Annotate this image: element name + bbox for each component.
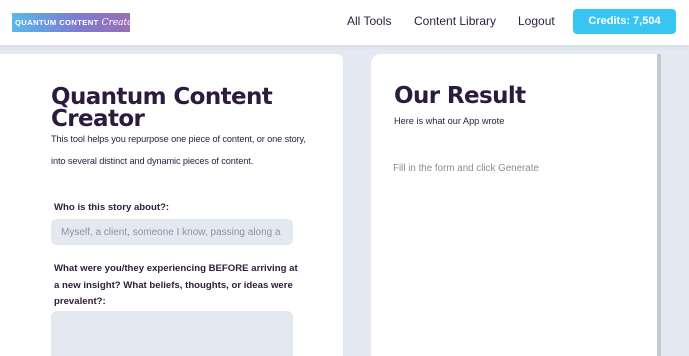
tool-description: This tool helps you repurpose one piece … xyxy=(51,134,306,166)
story-subject-input[interactable] xyxy=(51,219,293,245)
before-insight-textarea[interactable] xyxy=(51,311,293,356)
nav-all-tools-link[interactable]: All Tools xyxy=(347,14,391,28)
result-subtitle: Here is what our App wrote xyxy=(394,116,505,126)
top-nav-bar: QUANTUM CONTENT Creator All Tools Conten… xyxy=(0,0,689,45)
brand-logo[interactable]: QUANTUM CONTENT Creator xyxy=(12,13,130,32)
logo-script: Creator xyxy=(101,17,130,28)
credits-button[interactable]: Credits: 7,504 xyxy=(573,9,676,34)
logo-wordmark: QUANTUM CONTENT xyxy=(15,18,99,27)
nav-content-library-link[interactable]: Content Library xyxy=(414,14,496,28)
result-title: Our Result xyxy=(394,83,526,109)
nav-logout-link[interactable]: Logout xyxy=(518,14,555,28)
page-title: Quantum Content Creator xyxy=(51,84,273,132)
story-subject-label: Who is this story about?: xyxy=(54,202,170,213)
before-insight-label: What were you/they experiencing BEFORE a… xyxy=(54,263,298,307)
result-placeholder-text: Fill in the form and click Generate xyxy=(393,163,539,174)
